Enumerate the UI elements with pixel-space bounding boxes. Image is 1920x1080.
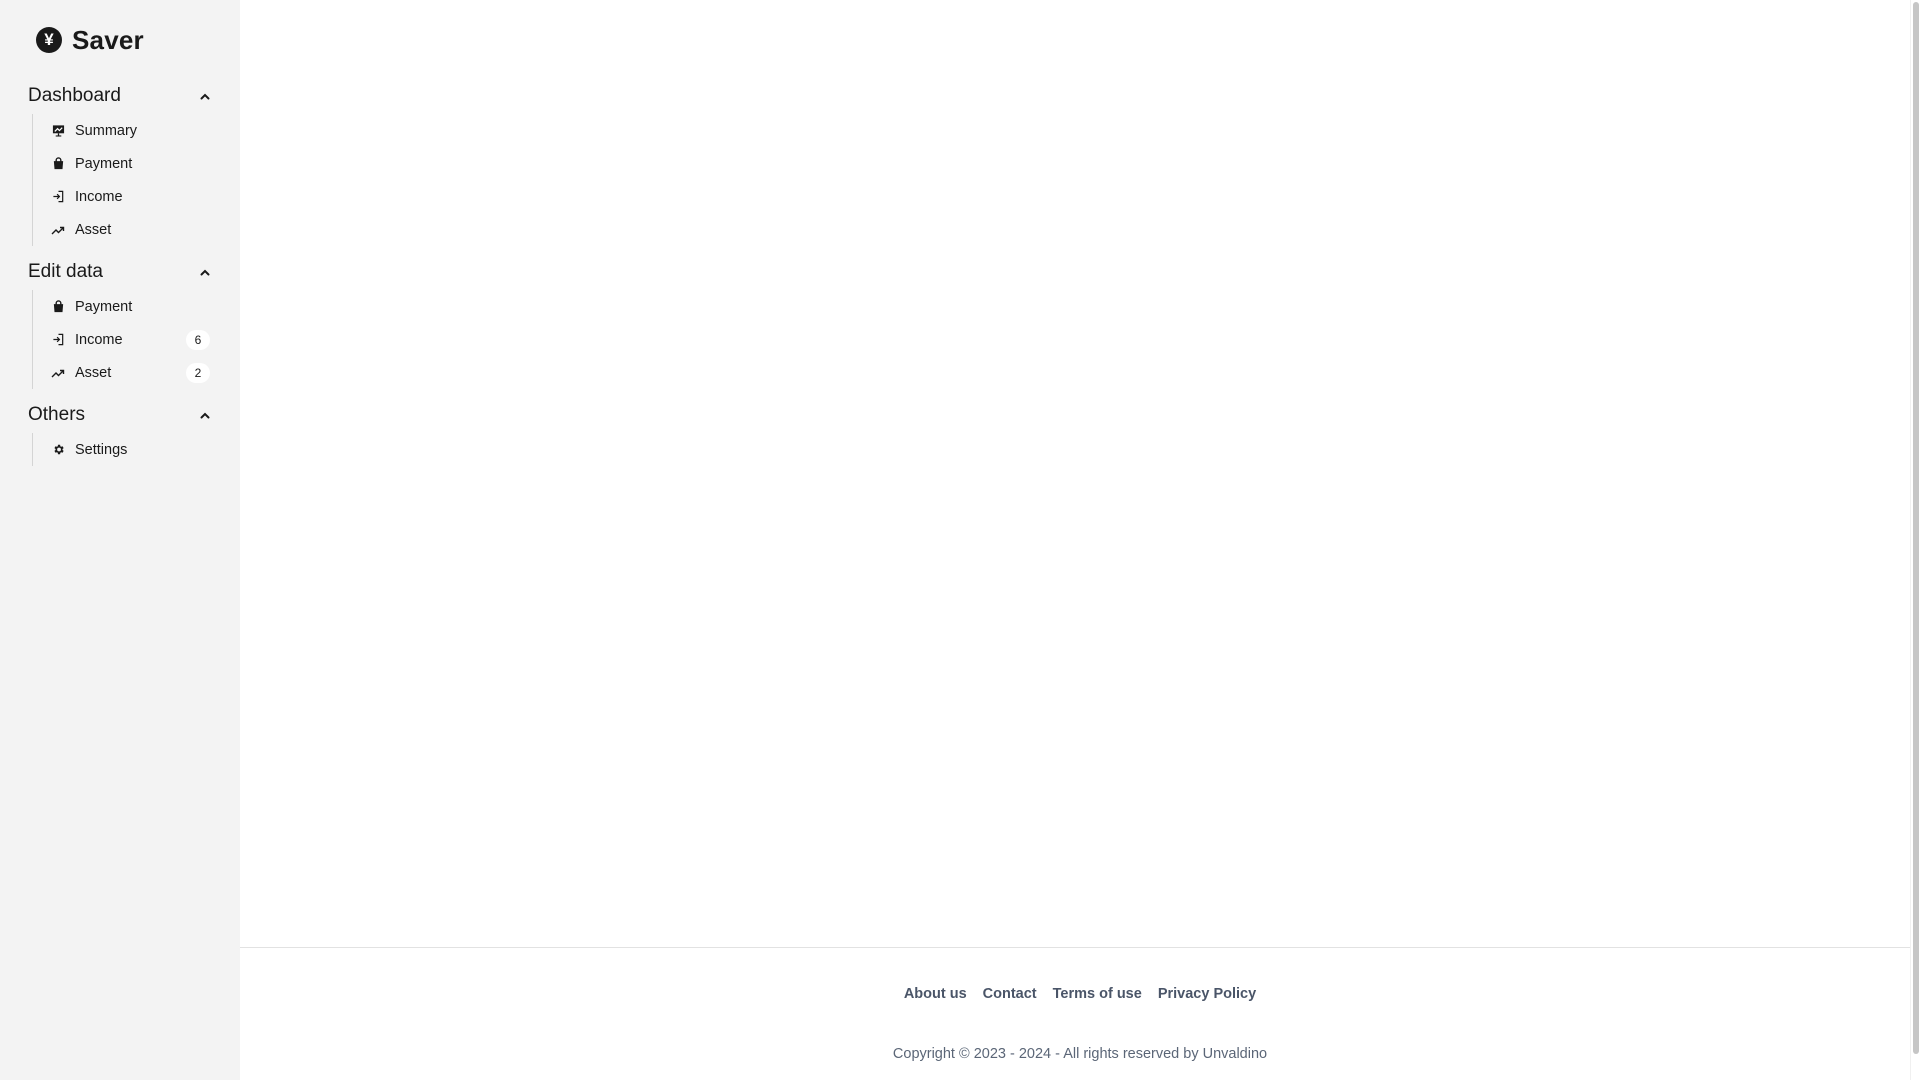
footer-link-about-us[interactable]: About us: [904, 986, 967, 1002]
section-title: Dashboard: [28, 85, 121, 106]
yen-coin-icon: ¥: [36, 27, 62, 53]
content-area: [240, 0, 1920, 948]
count-badge: 2: [186, 362, 210, 383]
copyright-text: Copyright © 2023 - 2024 - All rights res…: [892, 1046, 1268, 1062]
login-arrow-icon: [51, 190, 65, 204]
sidebar-item-settings[interactable]: Settings: [51, 433, 216, 466]
sidebar-item-dashboard-payment[interactable]: Payment: [51, 147, 216, 180]
section-title: Others: [28, 404, 86, 425]
sidebar-item-edit-payment[interactable]: Payment: [51, 290, 216, 323]
section-dashboard: Dashboard Summary Payment Income Asset: [28, 80, 216, 246]
app-root: ¥ Saver Dashboard Summary Payment Income…: [0, 0, 1920, 1080]
footer-link-terms-of-use[interactable]: Terms of use: [1053, 986, 1142, 1002]
sidebar: ¥ Saver Dashboard Summary Payment Income…: [0, 0, 240, 1080]
scrollbar-thumb[interactable]: [1913, 2, 1919, 1054]
sidebar-item-label: Asset: [75, 364, 112, 381]
section-others-toggle[interactable]: Others: [28, 399, 216, 431]
sidebar-item-label: Payment: [75, 298, 133, 315]
gear-icon: [51, 443, 65, 457]
main-area: About us Contact Terms of use Privacy Po…: [240, 0, 1920, 1080]
chevron-up-icon: [200, 267, 210, 277]
footer: About us Contact Terms of use Privacy Po…: [240, 948, 1920, 1080]
sidebar-item-dashboard-summary[interactable]: Summary: [51, 114, 216, 147]
presentation-chart-icon: [51, 124, 65, 138]
footer-links: About us Contact Terms of use Privacy Po…: [904, 986, 1256, 1002]
trending-up-icon: [51, 366, 65, 380]
section-others: Others Settings: [28, 399, 216, 466]
section-title: Edit data: [28, 261, 103, 282]
shopping-bag-icon: [51, 300, 65, 314]
count-badge: 6: [186, 329, 210, 350]
section-items: Settings: [32, 433, 216, 466]
section-items: Payment Income 6 Asset 2: [32, 290, 216, 389]
sidebar-item-dashboard-income[interactable]: Income: [51, 180, 216, 213]
chevron-up-icon: [200, 91, 210, 101]
sidebar-item-label: Summary: [75, 122, 138, 139]
section-dashboard-toggle[interactable]: Dashboard: [28, 80, 216, 112]
footer-link-contact[interactable]: Contact: [983, 986, 1037, 1002]
section-edit-data-toggle[interactable]: Edit data: [28, 256, 216, 288]
shopping-bag-icon: [51, 157, 65, 171]
trending-up-icon: [51, 223, 65, 237]
vertical-scrollbar[interactable]: [1910, 0, 1920, 1080]
section-items: Summary Payment Income Asset: [32, 114, 216, 246]
section-edit-data: Edit data Payment Income 6 Asset 2: [28, 256, 216, 389]
sidebar-item-edit-asset[interactable]: Asset 2: [51, 356, 216, 389]
footer-link-privacy-policy[interactable]: Privacy Policy: [1158, 986, 1256, 1002]
brand[interactable]: ¥ Saver: [36, 24, 216, 56]
sidebar-item-label: Payment: [75, 155, 133, 172]
chevron-up-icon: [200, 410, 210, 420]
sidebar-item-label: Settings: [75, 441, 128, 458]
sidebar-item-label: Income: [75, 331, 123, 348]
sidebar-item-edit-income[interactable]: Income 6: [51, 323, 216, 356]
brand-name: Saver: [72, 24, 144, 55]
sidebar-item-label: Asset: [75, 221, 112, 238]
login-arrow-icon: [51, 333, 65, 347]
sidebar-item-label: Income: [75, 188, 123, 205]
sidebar-item-dashboard-asset[interactable]: Asset: [51, 213, 216, 246]
